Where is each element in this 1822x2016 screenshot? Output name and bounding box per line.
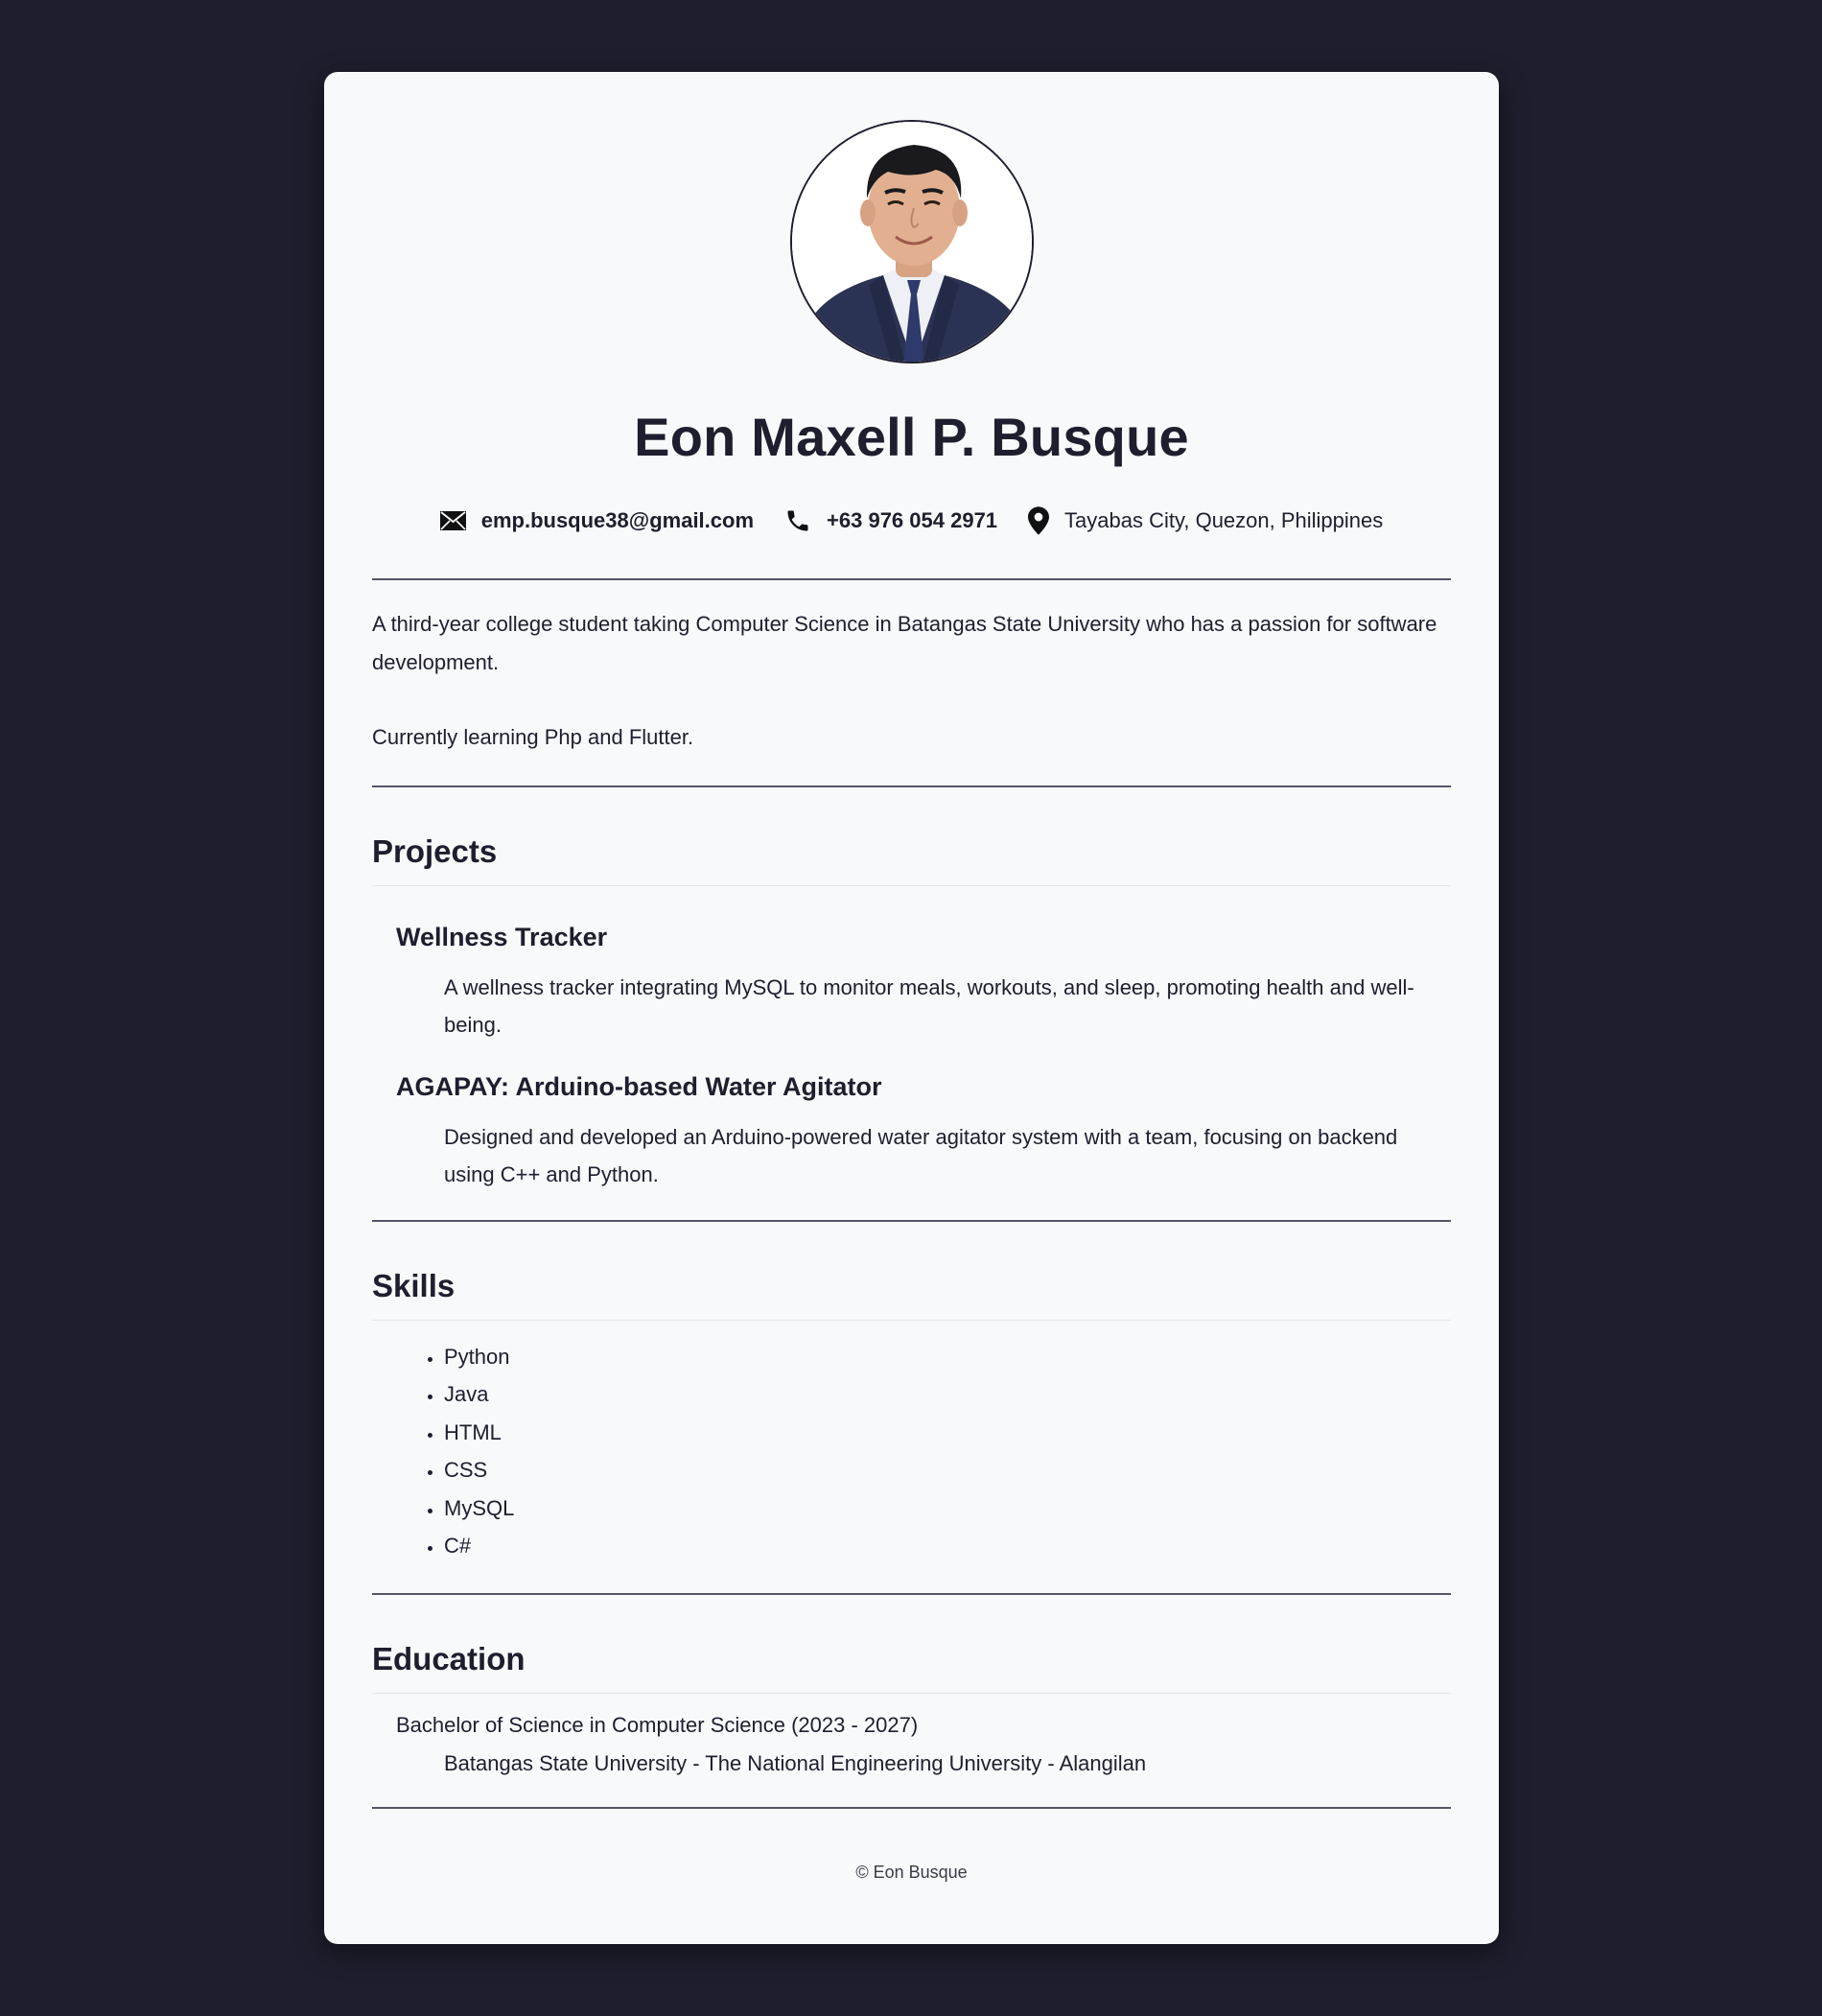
skills-list: Python Java HTML CSS MySQL C# (372, 1338, 1451, 1564)
about-section: A third-year college student taking Comp… (372, 605, 1451, 757)
education-degree: Bachelor of Science in Computer Science … (396, 1713, 919, 1738)
divider (372, 1593, 1451, 1596)
skill-item: Java (444, 1375, 1451, 1413)
education-heading: Education (372, 1641, 526, 1677)
skill-item: HTML (444, 1414, 1451, 1451)
project-item: AGAPAY: Arduino-based Water Agitator Des… (372, 1072, 1451, 1193)
about-paragraph: A third-year college student taking Comp… (372, 612, 1437, 674)
skill-item: CSS (444, 1451, 1451, 1489)
map-pin-icon (1028, 506, 1050, 535)
project-title: AGAPAY: Arduino-based Water Agitator (396, 1072, 882, 1101)
divider (372, 578, 1451, 580)
skill-item: MySQL (444, 1489, 1451, 1527)
email-text: emp.busque38@gmail.com (480, 508, 755, 532)
profile-name: Eon Maxell P. Busque (634, 407, 1189, 467)
project-description: A wellness tracker integrating MySQL to … (444, 975, 1414, 1037)
contact-info: emp.busque38@gmail.com +63 976 054 2971 … (372, 506, 1451, 535)
project-title: Wellness Tracker (396, 923, 608, 951)
phone-text: +63 976 054 2971 (827, 508, 998, 532)
resume-card: Eon Maxell P. Busque emp.busque38@gmail.… (324, 72, 1499, 1944)
project-description: Designed and developed an Arduino-powere… (444, 1125, 1398, 1186)
profile-photo (791, 122, 1032, 362)
education-school: Batangas State University - The National… (444, 1751, 1147, 1776)
skill-item: C# (444, 1527, 1451, 1564)
about-paragraph: Currently learning Php and Flutter. (372, 725, 694, 749)
skills-heading: Skills (372, 1268, 456, 1303)
divider (372, 785, 1451, 787)
skill-item: Python (444, 1338, 1451, 1375)
divider (372, 1220, 1451, 1222)
divider (372, 1807, 1451, 1810)
location-text: Tayabas City, Quezon, Philippines (1064, 508, 1384, 532)
heading-underline (372, 1320, 1451, 1321)
heading-underline (372, 1693, 1451, 1695)
phone-icon (784, 507, 811, 534)
heading-underline (372, 885, 1451, 886)
avatar-container (372, 120, 1451, 363)
contact-email[interactable]: emp.busque38@gmail.com (439, 508, 755, 533)
projects-heading: Projects (372, 833, 498, 869)
project-item: Wellness Tracker A wellness tracker inte… (372, 923, 1451, 1043)
avatar (789, 120, 1034, 363)
contact-location: Tayabas City, Quezon, Philippines (1028, 506, 1383, 535)
contact-phone[interactable]: +63 976 054 2971 (784, 507, 997, 534)
footer-copyright: © Eon Busque (855, 1863, 968, 1883)
envelope-icon (439, 511, 466, 530)
